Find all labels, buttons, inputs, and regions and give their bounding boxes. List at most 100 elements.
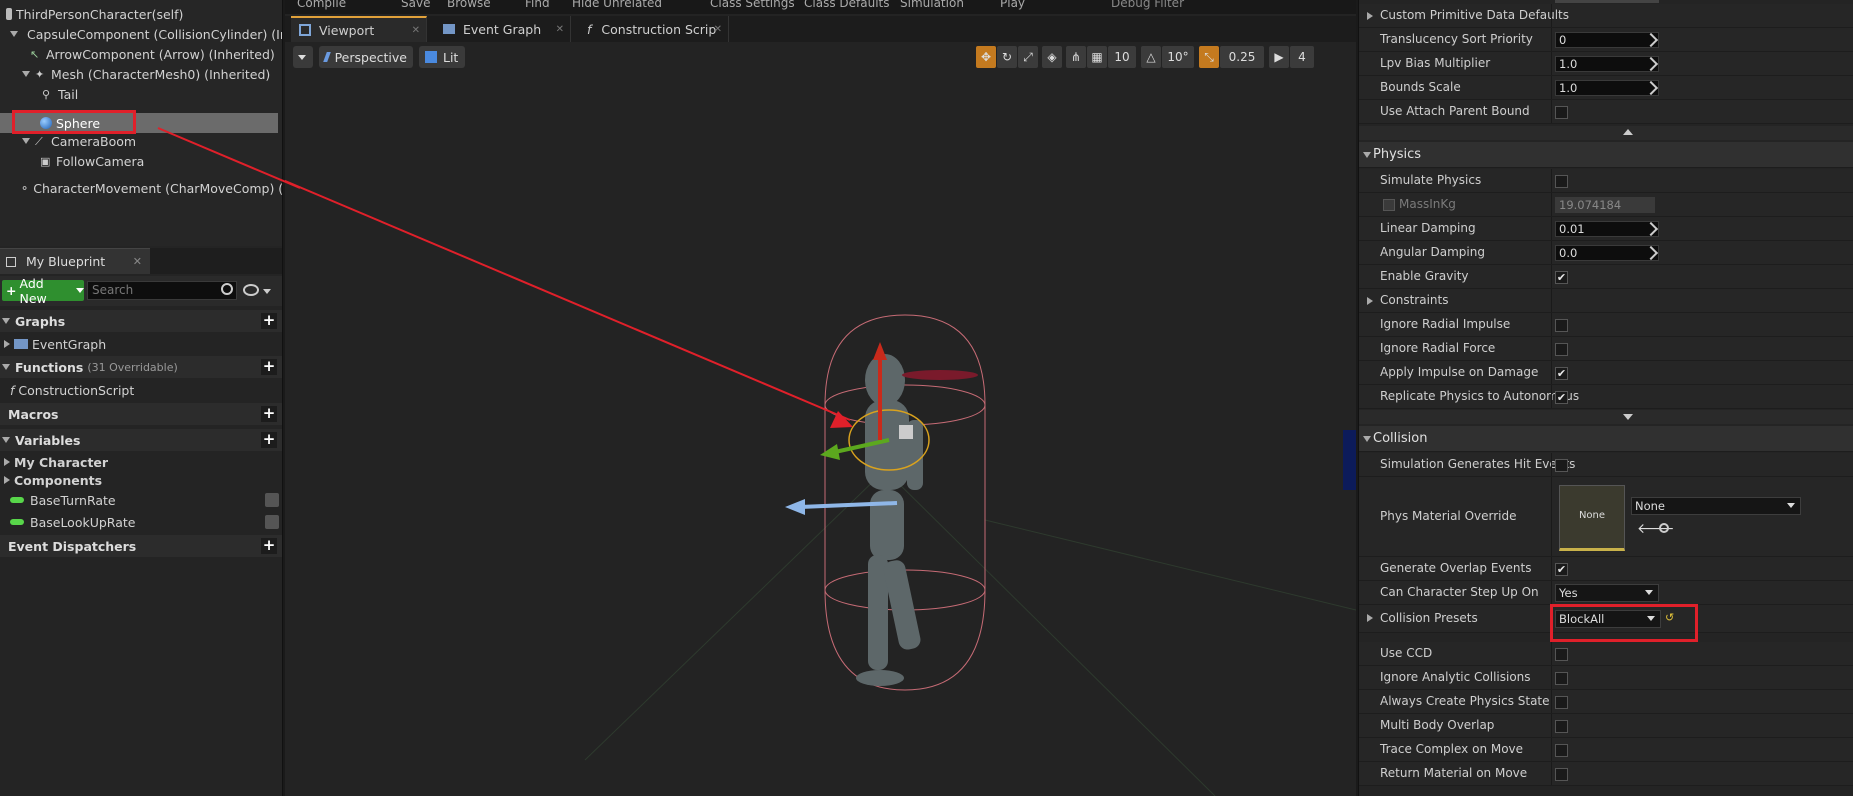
add-new-button[interactable]: + Add New [2, 276, 84, 306]
hide-unrelated-button[interactable]: Hide Unrelated [572, 0, 662, 10]
add-dispatcher-button[interactable]: + [261, 538, 277, 554]
tab-construction-script[interactable]: f Construction Scrip ✕ [579, 16, 729, 42]
spin-icon[interactable] [1643, 221, 1659, 237]
lpv-bias-input[interactable]: 1.0 [1555, 56, 1659, 72]
tree-item-charmovement[interactable]: ⚬ CharacterMovement (CharMoveComp) (Inhe… [20, 178, 282, 198]
surface-snap-icon[interactable]: ⋔ [1066, 46, 1086, 68]
trace-complex-checkbox[interactable] [1555, 744, 1568, 757]
eye-closed-icon[interactable] [265, 515, 279, 529]
rotate-tool-icon[interactable]: ↻ [997, 46, 1017, 68]
close-icon[interactable]: ✕ [556, 24, 564, 35]
ignore-radial-impulse-checkbox[interactable] [1555, 319, 1568, 332]
browse-search-icon[interactable] [1659, 523, 1669, 533]
add-graph-button[interactable]: + [261, 313, 277, 329]
spin-icon[interactable] [1643, 80, 1659, 96]
row-custom-primitive-data[interactable]: Custom Primitive Data Defaults [1359, 4, 1853, 28]
use-ccd-checkbox[interactable] [1555, 648, 1568, 661]
my-blueprint-tab[interactable]: My Blueprint ✕ [0, 248, 150, 274]
step-up-select[interactable]: Yes [1555, 584, 1659, 602]
sim-hit-events-checkbox[interactable] [1555, 459, 1568, 472]
section-macros[interactable]: Macros + [0, 403, 282, 425]
rotation-snap-icon[interactable]: △ [1141, 46, 1161, 68]
angular-damping-input[interactable]: 0.0 [1555, 245, 1659, 261]
expand-arrow-icon[interactable] [1367, 614, 1373, 622]
apply-impulse-checkbox[interactable]: ✔ [1555, 367, 1568, 380]
play-button[interactable]: Play [1000, 0, 1025, 10]
tree-item-tail[interactable]: ⚲ Tail [42, 84, 282, 104]
rotation-snap-value[interactable]: 10° [1162, 46, 1194, 68]
translate-tool-icon[interactable]: ✥ [976, 46, 996, 68]
section-event-dispatchers[interactable]: Event Dispatchers + [0, 535, 282, 557]
spin-icon[interactable] [1643, 32, 1659, 48]
category-components[interactable]: Components [0, 470, 282, 490]
visibility-eye-icon[interactable] [243, 284, 259, 296]
tab-viewport[interactable]: Viewport ✕ [291, 16, 427, 42]
tree-item-mesh[interactable]: ✦ Mesh (CharacterMesh0) (Inherited) [22, 64, 282, 84]
camera-speed-value[interactable]: 4 [1290, 46, 1314, 68]
phys-material-thumbnail[interactable]: None [1559, 485, 1625, 551]
tree-item-followcamera[interactable]: ▣ FollowCamera [40, 151, 282, 171]
expand-arrow-icon[interactable] [22, 71, 30, 77]
phys-material-select[interactable]: None [1631, 497, 1801, 515]
find-button[interactable]: Find [525, 0, 550, 10]
expand-advanced-icon[interactable] [1359, 410, 1853, 424]
world-local-icon[interactable]: ◈ [1042, 46, 1062, 68]
close-icon[interactable]: ✕ [714, 24, 722, 35]
generate-overlap-checkbox[interactable]: ✔ [1555, 563, 1568, 576]
dropdown-arrow-icon[interactable] [263, 289, 271, 294]
class-settings-button[interactable]: Class Settings [710, 0, 795, 10]
section-variables[interactable]: Variables + [0, 429, 282, 451]
return-material-checkbox[interactable] [1555, 768, 1568, 781]
enable-gravity-checkbox[interactable]: ✔ [1555, 271, 1568, 284]
viewport-panel[interactable]: Compile Save Browse Find Hide Unrelated … [285, 0, 1356, 796]
variable-base-lookup-rate[interactable]: BaseLookUpRate [0, 512, 282, 532]
replicate-physics-checkbox[interactable]: ✔ [1555, 391, 1568, 404]
translucency-sort-input[interactable]: 0 [1555, 32, 1659, 48]
browse-button[interactable]: Browse [447, 0, 491, 10]
section-graphs[interactable]: Graphs + [0, 310, 282, 332]
scale-tool-icon[interactable]: ⤢ [1018, 46, 1038, 68]
viewport-scene[interactable] [285, 0, 1356, 796]
tree-item-arrow[interactable]: ↖ ArrowComponent (Arrow) (Inherited) [30, 44, 282, 64]
class-defaults-button[interactable]: Class Defaults [804, 0, 889, 10]
use-attach-parent-bound-checkbox[interactable] [1555, 106, 1568, 119]
section-physics[interactable]: Physics [1359, 142, 1853, 168]
linear-damping-input[interactable]: 0.01 [1555, 221, 1659, 237]
add-macro-button[interactable]: + [261, 406, 277, 422]
always-create-checkbox[interactable] [1555, 696, 1568, 709]
scale-snap-icon[interactable]: ⤡ [1199, 46, 1219, 68]
variable-base-turn-rate[interactable]: BaseTurnRate [0, 490, 282, 510]
category-my-character[interactable]: My Character [0, 452, 282, 472]
add-function-button[interactable]: + [261, 359, 277, 375]
grid-snap-icon[interactable]: ▦ [1087, 46, 1107, 68]
section-collision[interactable]: Collision [1359, 426, 1853, 452]
list-item-construction-script[interactable]: f ConstructionScript [0, 380, 282, 400]
camera-speed-icon[interactable]: ▶ [1269, 46, 1289, 68]
close-icon[interactable]: ✕ [133, 255, 142, 268]
lit-button[interactable]: Lit [419, 46, 465, 68]
tree-item-capsule[interactable]: CapsuleComponent (CollisionCylinder) (In… [10, 24, 282, 44]
simulation-button[interactable]: Simulation [900, 0, 964, 10]
tab-event-graph[interactable]: Event Graph ✕ [435, 16, 571, 42]
close-icon[interactable]: ✕ [412, 25, 420, 36]
viewport-options-button[interactable] [293, 46, 313, 68]
save-button[interactable]: Save [401, 0, 430, 10]
eye-closed-icon[interactable] [265, 493, 279, 507]
list-item-eventgraph[interactable]: EventGraph [0, 334, 282, 354]
tree-item-cameraboom[interactable]: ⟋ CameraBoom [22, 131, 282, 151]
ignore-analytic-checkbox[interactable] [1555, 672, 1568, 685]
spin-icon[interactable] [1643, 245, 1659, 261]
bounds-scale-input[interactable]: 1.0 [1555, 80, 1659, 96]
expand-arrow-icon[interactable] [10, 31, 18, 37]
expand-arrow-icon[interactable] [22, 138, 30, 144]
section-functions[interactable]: Functions (31 Overridable) + [0, 356, 282, 378]
multi-body-checkbox[interactable] [1555, 720, 1568, 733]
search-input[interactable]: Search [87, 281, 237, 300]
scale-snap-value[interactable]: 0.25 [1220, 46, 1264, 68]
search-icon[interactable] [221, 283, 233, 295]
add-variable-button[interactable]: + [261, 432, 277, 448]
spin-icon[interactable] [1643, 56, 1659, 72]
simulate-physics-checkbox[interactable] [1555, 175, 1568, 188]
ignore-radial-force-checkbox[interactable] [1555, 343, 1568, 356]
perspective-button[interactable]: Perspective [319, 46, 413, 68]
